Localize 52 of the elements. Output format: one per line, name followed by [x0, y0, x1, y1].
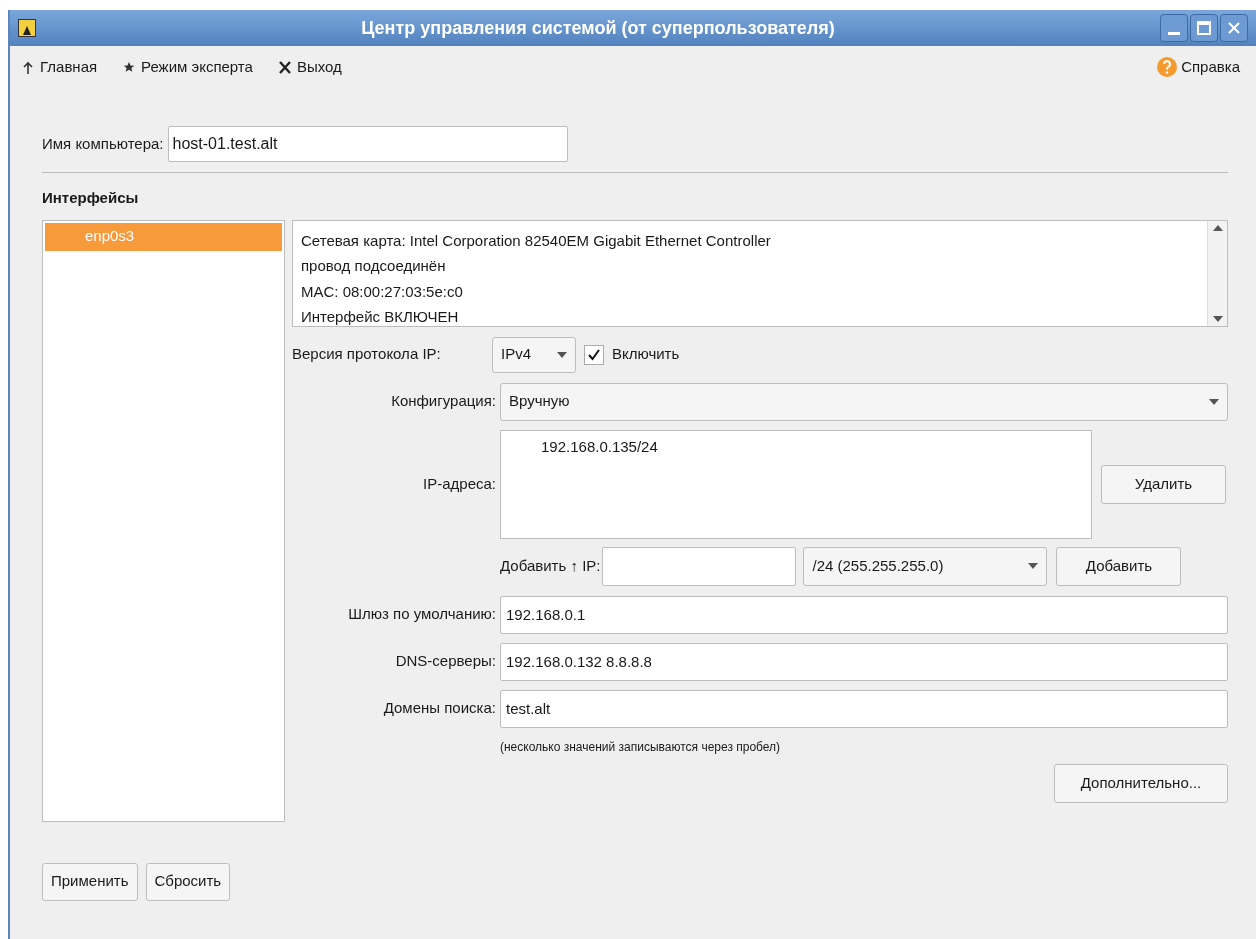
field-label: Версия протокола IP:: [292, 344, 442, 365]
help-icon: [1157, 57, 1178, 77]
help-button[interactable]: Справка: [1157, 55, 1240, 79]
ip-input-field[interactable]: [602, 546, 797, 586]
info-line: провод подсоединён: [301, 256, 447, 276]
caret-icon: [1209, 398, 1219, 405]
text-field[interactable]: 192.168.0.1: [500, 595, 1228, 634]
window-title: Центр управления системой (от суперпользователя): [360, 16, 836, 40]
field-label: Имя компьютера:: [42, 133, 164, 154]
delete-button[interactable]: Удалить: [1101, 464, 1226, 504]
scroll-up-icon[interactable]: [1212, 224, 1223, 231]
up-arrow-icon: [22, 60, 34, 74]
action-button[interactable]: Применить: [42, 862, 138, 901]
close-icon: [1227, 21, 1241, 35]
toolbar-button[interactable]: Выход: [278, 55, 342, 79]
field-label: DNS-серверы:: [394, 651, 496, 672]
check-icon: [587, 347, 601, 362]
field-label: Добавить ↑ IP:: [500, 555, 601, 576]
enable-checkbox[interactable]: Включить: [584, 343, 680, 366]
mask-dropdown[interactable]: /24 (255.255.255.0): [803, 546, 1048, 586]
minimize-button[interactable]: [1160, 14, 1188, 42]
maximize-icon: [1197, 21, 1211, 35]
configuration-dropdown[interactable]: Вручную: [500, 382, 1228, 421]
scrollbar[interactable]: [1207, 220, 1227, 326]
caret-icon: [1028, 563, 1039, 569]
field-label: IP-адреса:: [422, 473, 496, 494]
field-label: Домены поиска:: [382, 698, 496, 719]
advanced-button[interactable]: Дополнительно...: [1054, 763, 1228, 803]
info-line: Интерфейс ВКЛЮЧЕН: [301, 307, 460, 326]
ip-list-item[interactable]: 192.168.0.135/24: [541, 435, 1091, 458]
hint-text: (несколько значений записываются через пробел): [500, 738, 782, 756]
text-field[interactable]: test.alt: [500, 689, 1228, 728]
maximize-button[interactable]: [1190, 14, 1218, 42]
field-label: Конфигурация:: [390, 391, 496, 412]
toolbar-button[interactable]: Главная: [22, 55, 98, 79]
add-button[interactable]: Добавить: [1056, 546, 1182, 586]
star-icon: [123, 60, 136, 74]
app-logo-icon: [18, 19, 36, 37]
info-line: MAC: 08:00:27:03:5e:c0: [301, 281, 464, 302]
caret-icon: [557, 351, 567, 358]
scroll-down-icon[interactable]: [1212, 315, 1223, 322]
action-button[interactable]: Сбросить: [145, 862, 231, 901]
info-line: Сетевая карта: Intel Corporation 82540EM Gigabit Ethernet Controller: [301, 230, 772, 251]
close-button[interactable]: [1220, 14, 1248, 42]
field-label: Шлюз по умолчанию:: [347, 604, 496, 625]
cross-icon: [278, 60, 291, 74]
hostname-field[interactable]: host-01.test.alt: [167, 126, 568, 162]
text-field[interactable]: 192.168.0.132 8.8.8.8: [500, 642, 1228, 681]
toolbar-button[interactable]: Режим эксперта: [123, 55, 253, 79]
minimize-icon: [1168, 31, 1180, 35]
section-heading: Интерфейсы: [42, 188, 140, 208]
version-dropdown[interactable]: IPv4: [492, 336, 576, 373]
